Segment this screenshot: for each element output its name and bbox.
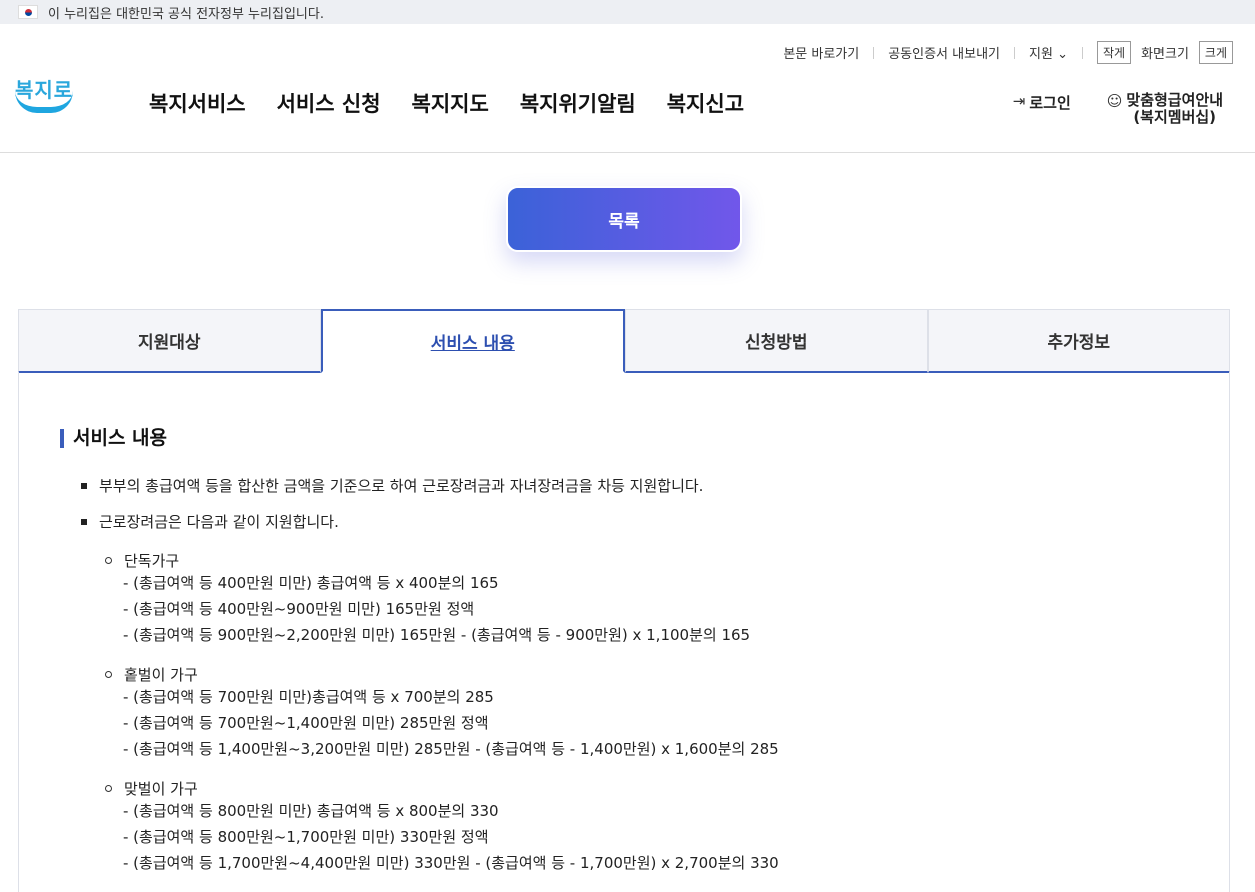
gov-banner-text: 이 누리집은 대한민국 공식 전자정부 누리집입니다.	[48, 6, 324, 22]
circle-bullet-icon	[105, 670, 112, 678]
screen-size-label: 화면크기	[1141, 47, 1189, 62]
formula-line: - (총급여액 등 400만원 미만) 총급여액 등 x 400분의 165	[123, 574, 499, 592]
site-header: 본문 바로가기 공동인증서 내보내기 지원 ⌄ 작게 화면크기 크게 복지로 복…	[0, 24, 1255, 153]
tab-panel: 서비스 내용 부부의 총급여액 등을 합산한 금액을 기준으로 하여 근로장려금…	[18, 372, 1230, 892]
tab-additional-info[interactable]: 추가정보	[927, 309, 1230, 373]
formula-line: - (총급여액 등 700만원~1,400만원 미만) 285만원 정액	[123, 714, 489, 732]
membership-link[interactable]: ☺ 맞춤형급여안내 (복지멤버십)	[1107, 92, 1223, 126]
login-icon: ⇥	[1012, 92, 1026, 110]
logo-text: 복지로	[15, 78, 74, 102]
formula-line: - (총급여액 등 400만원~900만원 미만) 165만원 정액	[123, 600, 475, 618]
nav-service-apply[interactable]: 서비스 신청	[277, 88, 381, 118]
chevron-down-icon: ⌄	[1057, 47, 1068, 62]
nav-welfare-service[interactable]: 복지서비스	[149, 88, 246, 118]
font-large-button[interactable]: 크게	[1198, 41, 1233, 64]
main-nav: 복지서비스 서비스 신청 복지지도 복지위기알림 복지신고	[149, 88, 744, 118]
bullet-text: 부부의 총급여액 등을 합산한 금액을 기준으로 하여 근로장려금과 자녀장려금…	[99, 477, 704, 495]
site-logo[interactable]: 복지로	[15, 74, 77, 122]
formula-line: - (총급여액 등 700만원 미만)총급여액 등 x 700분의 285	[123, 688, 494, 706]
bullet-text: 근로장려금은 다음과 같이 지원합니다.	[99, 513, 339, 531]
formula-line: - (총급여액 등 900만원~2,200만원 미만) 165만원 - (총급여…	[123, 626, 751, 644]
tab-service-content[interactable]: 서비스 내용	[320, 309, 625, 373]
support-menu[interactable]: 지원 ⌄	[1029, 43, 1068, 62]
login-link[interactable]: ⇥ 로그인	[1013, 92, 1071, 126]
group-title: 맞벌이 가구	[124, 779, 198, 798]
group-single-household: 단독가구 - (총급여액 등 400만원 미만) 총급여액 등 x 400분의 …	[105, 550, 750, 648]
gov-banner: 이 누리집은 대한민국 공식 전자정부 누리집입니다.	[0, 0, 1255, 24]
bullet-icon	[81, 482, 87, 489]
add-user-icon: ☺	[1106, 92, 1123, 110]
login-label: 로그인	[1029, 94, 1071, 112]
group-dual-earner: 맞벌이 가구 - (총급여액 등 800만원 미만) 총급여액 등 x 800분…	[105, 778, 779, 876]
divider	[873, 46, 875, 59]
list-button[interactable]: 목록	[506, 186, 742, 252]
tab-eligibility[interactable]: 지원대상	[18, 309, 321, 373]
nav-welfare-report[interactable]: 복지신고	[667, 88, 744, 118]
divider	[1081, 46, 1083, 59]
divider	[1014, 46, 1015, 59]
nav-crisis-alert[interactable]: 복지위기알림	[520, 88, 636, 118]
group-title: 단독가구	[124, 551, 180, 570]
formula-line: - (총급여액 등 800만원 미만) 총급여액 등 x 800분의 330	[123, 802, 499, 820]
tab-how-to-apply[interactable]: 신청방법	[625, 309, 928, 373]
membership-sublabel: (복지멤버십)	[1133, 108, 1217, 126]
font-small-button[interactable]: 작게	[1096, 41, 1132, 64]
cert-export-link[interactable]: 공동인증서 내보내기	[888, 43, 1000, 62]
group-single-earner: 홑벌이 가구 - (총급여액 등 700만원 미만)총급여액 등 x 700분의…	[105, 664, 779, 762]
section-title: 서비스 내용	[60, 429, 167, 448]
circle-bullet-icon	[105, 784, 112, 792]
formula-line: - (총급여액 등 1,400만원~3,200만원 미만) 285만원 - (총…	[123, 740, 779, 758]
list-item: 근로장려금은 다음과 같이 지원합니다.	[81, 511, 339, 532]
nav-welfare-map[interactable]: 복지지도	[412, 88, 489, 118]
formula-line: - (총급여액 등 1,700만원~4,400만원 미만) 330만원 - (총…	[123, 854, 779, 872]
service-tabs: 지원대상 서비스 내용 신청방법 추가정보	[18, 309, 1230, 373]
korea-flag-icon	[18, 5, 38, 19]
formula-line: - (총급여액 등 800만원~1,700만원 미만) 330만원 정액	[123, 828, 489, 846]
membership-label: 맞춤형급여안내	[1126, 91, 1223, 109]
bullet-icon	[81, 518, 87, 525]
utility-menu: 본문 바로가기 공동인증서 내보내기 지원 ⌄ 작게 화면크기 크게	[783, 41, 1233, 64]
account-menu: ⇥ 로그인 ☺ 맞춤형급여안내 (복지멤버십)	[1013, 92, 1223, 126]
support-label: 지원	[1029, 47, 1053, 62]
group-title: 홑벌이 가구	[124, 665, 198, 684]
list-item: 부부의 총급여액 등을 합산한 금액을 기준으로 하여 근로장려금과 자녀장려금…	[81, 475, 703, 496]
list-button-wrap: 목록	[506, 186, 742, 252]
circle-bullet-icon	[105, 556, 112, 564]
skip-to-content-link[interactable]: 본문 바로가기	[783, 43, 859, 62]
